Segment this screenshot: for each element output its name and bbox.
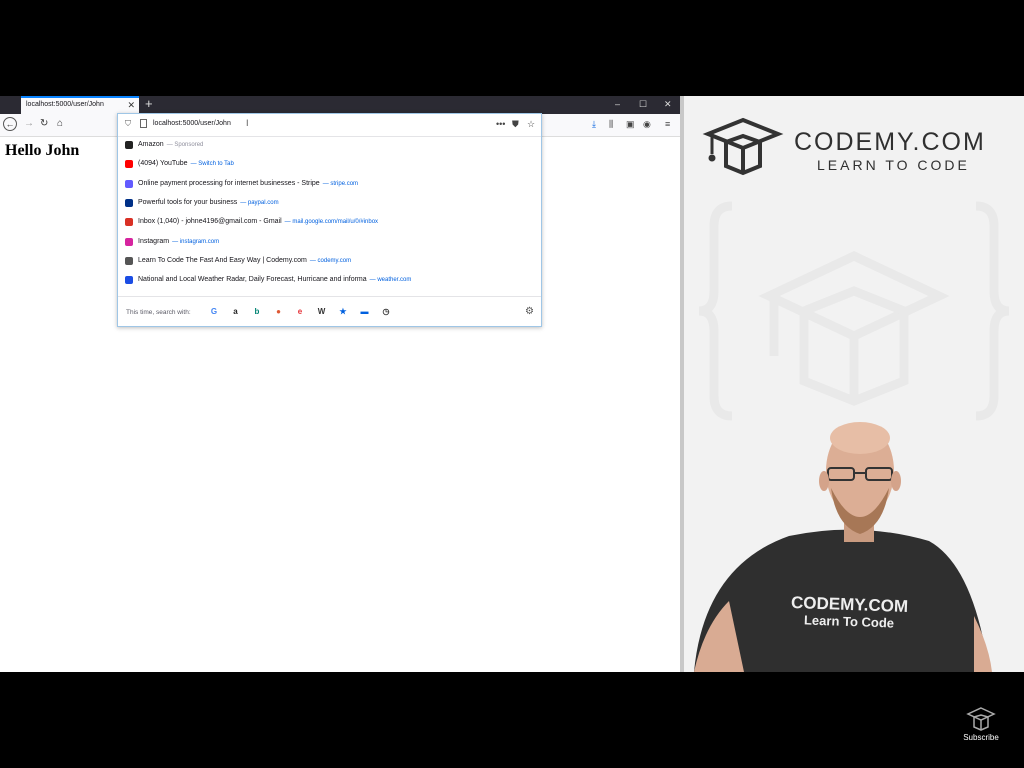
suggestion-item[interactable]: National and Local Weather Radar, Daily … [118,272,541,291]
search-with-label: This time, search with: [126,309,191,316]
close-window-button[interactable]: ✕ [664,98,672,110]
presenter-panel: CODEMY.COM LEARN TO CODE CODEMY.COM Lear… [684,96,1024,672]
suggestion-meta: — Switch to Tab [190,161,234,168]
url-input[interactable]: localhost:5000/user/John [153,120,231,127]
text-cursor-icon: I [246,118,249,128]
tab-localhost[interactable]: localhost:5000/user/John ✕ [21,96,139,114]
suggestion-item[interactable]: Powerful tools for your business — paypal… [118,195,541,214]
suggestion-title-text: (4094) YouTube [138,160,188,168]
home-icon[interactable]: ⌂ [57,117,63,131]
presenter-background [694,117,1010,672]
page-actions-icon[interactable]: ••• [496,118,505,130]
ebay-engine-icon[interactable]: e [295,307,305,317]
suggestion-title-text: Powerful tools for your business [138,198,238,206]
forward-button[interactable]: → [24,117,34,131]
menu-icon[interactable]: ≡ [665,118,670,130]
suggestion-meta: — Sponsored [166,142,204,148]
suggestion-title-text: Inbox (1,040) - johne4196@gmail.com - Gm… [138,218,282,226]
account-icon[interactable]: ◉ [643,118,651,130]
watermark-logo [698,201,1010,421]
suggestion-meta: — weather.com [369,277,412,284]
url-bar[interactable]: ⛉ localhost:5000/user/John I ••• ⛊ ☆ [118,114,541,137]
search-with-bar: This time, search with: Ga b ● e W ★ ▬ ◷ ⚙ [118,296,541,327]
codemy-icon [125,256,133,265]
suggestion-meta: — codemy.com [309,257,352,264]
maximize-button[interactable]: ☐ [639,98,647,110]
wikipedia-engine-icon[interactable]: W [317,307,327,317]
suggestion-title-text: National and Local Weather Radar, Daily … [138,276,367,284]
suggestion-item[interactable]: Instagram — instagram.com [118,234,541,253]
tab-close-icon[interactable]: ✕ [127,100,135,110]
google-engine-icon[interactable]: G [209,307,219,317]
stripe-icon [125,179,133,188]
suggestion-title: (4094) YouTube — Switch to Tab [138,160,234,167]
page-heading: Hello John [5,142,80,159]
url-dropdown-panel: ⛉ localhost:5000/user/John I ••• ⛊ ☆ Ama… [117,113,542,327]
suggestion-meta: — instagram.com [172,238,220,245]
suggestion-meta: — paypal.com [240,199,279,206]
reload-button[interactable]: ↻ [40,117,48,131]
suggestion-item[interactable]: (4094) YouTube — Switch to Tab [118,156,541,175]
library-icon[interactable]: ⫼ [609,118,613,130]
suggestion-title: Online payment processing for internet b… [138,180,358,187]
suggestion-title-text: Amazon [138,141,164,148]
paypal-icon [125,198,133,207]
gear-icon[interactable]: ⚙ [525,306,534,318]
duckduckgo-engine-icon[interactable]: ● [274,307,284,317]
gmail-icon [125,218,133,227]
subscribe-label: Subscribe [963,733,999,742]
shirt-tagline-text: Learn To Code [803,612,895,631]
suggestion-meta: — mail.google.com/mail/u/0/#inbox [284,219,379,226]
suggestion-title-text: Instagram [138,237,170,245]
tabs-engine-icon[interactable]: ▬ [360,307,370,317]
brand-tagline: LEARN TO CODE [817,157,970,173]
suggestion-title: Learn To Code The Fast And Easy Way | Co… [138,257,351,264]
suggestion-item[interactable]: Learn To Code The Fast And Easy Way | Co… [118,253,541,272]
suggestion-item[interactable]: Online payment processing for internet b… [118,176,541,195]
new-tab-button[interactable]: + [145,97,153,111]
tab-bar: localhost:5000/user/John ✕ + – ☐ ✕ [0,96,680,114]
weather-icon [125,276,133,285]
amazon-engine-icon[interactable]: a [231,307,241,317]
suggestion-item[interactable]: Inbox (1,040) - johne4196@gmail.com - Gm… [118,214,541,233]
bookmarks-engine-icon[interactable]: ★ [338,307,348,317]
back-button[interactable]: ← [3,117,17,131]
history-engine-icon[interactable]: ◷ [381,307,391,317]
suggestion-title: Powerful tools for your business — paypal… [138,199,279,206]
brand-name: CODEMY.COM [794,128,986,156]
shield-icon[interactable]: ⛉ [125,119,131,129]
codemy-logo-icon [702,117,784,176]
browser-window: localhost:5000/user/John ✕ + – ☐ ✕ ← → ↻… [0,96,680,672]
bing-engine-icon[interactable]: b [252,307,262,317]
sidebar-icon[interactable]: ▣ [626,118,635,130]
page-icon [140,119,147,128]
minimize-button[interactable]: – [615,98,620,110]
suggestion-title: Instagram — instagram.com [138,238,219,245]
subscribe-logo-icon [966,707,996,731]
instagram-icon [125,237,133,246]
downloads-icon[interactable]: ⤓ [592,118,596,130]
suggestion-title: Inbox (1,040) - johne4196@gmail.com - Gm… [138,218,378,225]
suggestion-title: Amazon — Sponsored [138,141,203,148]
suggestion-item[interactable]: Amazon — Sponsored [118,137,541,156]
youtube-icon [125,160,133,169]
bookmark-star-icon[interactable]: ☆ [527,118,535,130]
amazon-icon [125,141,133,149]
tab-title: localhost:5000/user/John [26,101,104,108]
suggestion-title-text: Learn To Code The Fast And Easy Way | Co… [138,256,307,264]
presenter-illustration [694,422,992,672]
suggestion-title-text: Online payment processing for internet b… [138,179,320,187]
pocket-icon[interactable]: ⛊ [512,118,519,130]
suggestion-meta: — stripe.com [322,180,359,187]
subscribe-button[interactable]: Subscribe [958,706,1004,744]
suggestion-title: National and Local Weather Radar, Daily … [138,276,411,283]
